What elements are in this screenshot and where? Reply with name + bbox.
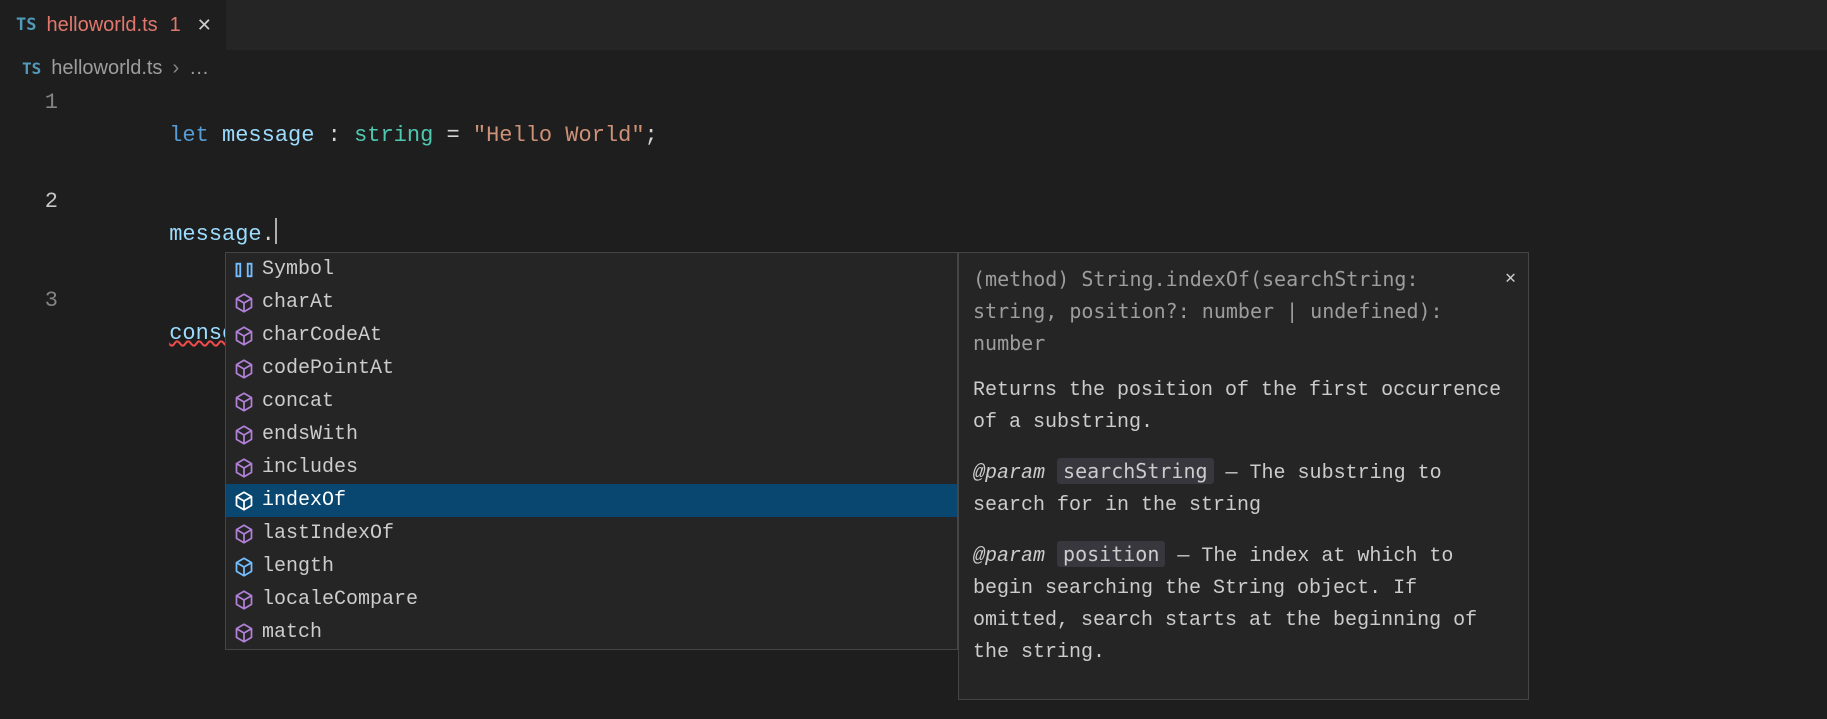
doc-summary: Returns the position of the first occurr… — [973, 375, 1514, 439]
suggestion-label: localeCompare — [262, 583, 418, 616]
param-name: position — [1057, 541, 1165, 567]
string-literal: "Hello World" — [473, 123, 645, 148]
ts-file-icon: TS — [16, 15, 36, 35]
ts-file-icon: TS — [22, 59, 41, 78]
tab-close-icon[interactable]: ✕ — [197, 15, 212, 36]
suggestion-item[interactable]: endsWith — [226, 418, 957, 451]
method-icon — [234, 293, 254, 313]
suggestion-item[interactable]: charCodeAt — [226, 319, 957, 352]
documentation-panel: ✕ (method) String.indexOf(searchString: … — [958, 252, 1529, 700]
line-number: 2 — [0, 185, 90, 284]
suggestion-item[interactable]: match — [226, 616, 957, 649]
suggestion-label: match — [262, 616, 322, 649]
suggestion-label: Symbol — [262, 253, 334, 286]
suggestion-label: length — [262, 550, 334, 583]
suggestion-label: charCodeAt — [262, 319, 382, 352]
suggestion-item[interactable]: indexOf — [226, 484, 957, 517]
suggestion-item[interactable]: localeCompare — [226, 583, 957, 616]
method-icon — [234, 590, 254, 610]
chevron-right-icon: › — [172, 57, 179, 80]
suggestion-item[interactable]: Symbol — [226, 253, 957, 286]
tab-dirty-indicator: 1 — [170, 14, 181, 37]
doc-param: @param position — The index at which to … — [973, 538, 1514, 669]
suggestion-item[interactable]: codePointAt — [226, 352, 957, 385]
keyword: let — [169, 123, 209, 148]
identifier: message — [222, 123, 314, 148]
method-icon — [234, 524, 254, 544]
method-icon — [234, 359, 254, 379]
param-name: searchString — [1057, 458, 1214, 484]
code-line[interactable]: let message : string = "Hello World"; — [90, 86, 658, 185]
suggestion-label: indexOf — [262, 484, 346, 517]
tab-filename: helloworld.ts — [46, 14, 157, 37]
suggestion-item[interactable]: concat — [226, 385, 957, 418]
method-icon — [234, 623, 254, 643]
breadcrumb[interactable]: TS helloworld.ts › … — [0, 50, 1827, 86]
method-signature: (method) String.indexOf(searchString: st… — [973, 263, 1514, 359]
line-number: 1 — [0, 86, 90, 185]
field-icon — [234, 557, 254, 577]
suggestion-label: lastIndexOf — [262, 517, 394, 550]
method-icon — [234, 458, 254, 478]
method-icon — [234, 326, 254, 346]
doc-param: @param searchString — The substring to s… — [973, 455, 1514, 522]
code-editor[interactable]: 1 let message : string = "Hello World"; … — [0, 86, 1827, 383]
suggestion-label: endsWith — [262, 418, 358, 451]
suggestion-item[interactable]: lastIndexOf — [226, 517, 957, 550]
breadcrumb-trail: … — [189, 57, 209, 80]
text-cursor — [275, 218, 277, 244]
close-icon[interactable]: ✕ — [1505, 263, 1516, 295]
editor-tab[interactable]: TS helloworld.ts 1 ✕ — [0, 0, 226, 50]
type: string — [354, 123, 433, 148]
suggestion-label: charAt — [262, 286, 334, 319]
suggestion-item[interactable]: includes — [226, 451, 957, 484]
method-icon — [234, 392, 254, 412]
tab-bar: TS helloworld.ts 1 ✕ — [0, 0, 1827, 50]
variable-icon — [234, 260, 254, 280]
suggestion-label: codePointAt — [262, 352, 394, 385]
suggestion-label: concat — [262, 385, 334, 418]
suggestion-item[interactable]: charAt — [226, 286, 957, 319]
method-icon — [234, 425, 254, 445]
suggestion-label: includes — [262, 451, 358, 484]
method-icon — [234, 491, 254, 511]
suggestion-item[interactable]: length — [226, 550, 957, 583]
identifier: message — [169, 222, 261, 247]
breadcrumb-file: helloworld.ts — [51, 57, 162, 80]
suggestion-popup[interactable]: SymbolcharAtcharCodeAtcodePointAtconcate… — [225, 252, 958, 650]
line-number: 3 — [0, 284, 90, 383]
